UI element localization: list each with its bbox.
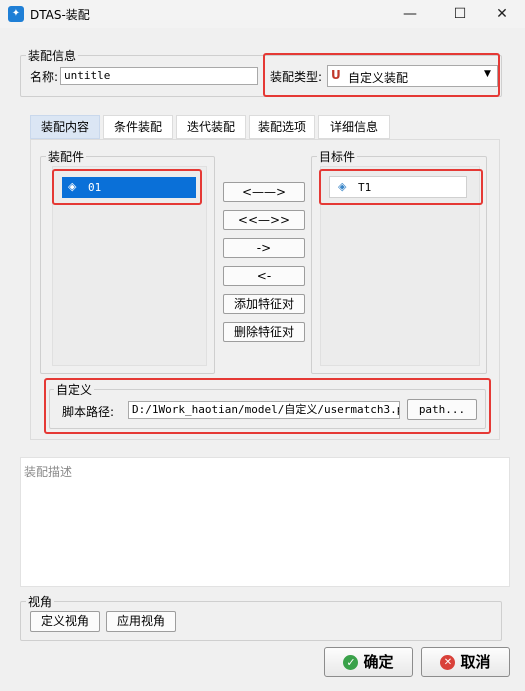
maximize-button[interactable]: ☐ [437, 0, 483, 28]
chevron-down-icon: ▼ [484, 69, 491, 79]
assembly-type-select[interactable]: U 自定义装配 ▼ [327, 65, 498, 87]
description-textarea[interactable]: 装配描述 [20, 457, 510, 587]
move-right-button[interactable]: -> [223, 238, 305, 258]
script-path-label: 脚本路径: [62, 405, 115, 419]
check-icon: ✓ [343, 655, 359, 670]
add-feature-pair-button[interactable]: 添加特征对 [223, 294, 305, 314]
custom-label: 自定义 [54, 381, 95, 398]
target-name: T1 [358, 181, 372, 194]
view-label: 视角 [26, 593, 55, 610]
list-item[interactable]: ◈ T1 [329, 176, 467, 198]
tab-iterative-assembly[interactable]: 迭代装配 [176, 115, 246, 139]
minimize-button[interactable]: — [387, 0, 433, 28]
ok-button[interactable]: ✓ 确定 [324, 647, 413, 677]
cancel-icon: ✕ [440, 655, 456, 670]
type-label: 装配类型: [270, 70, 323, 84]
list-item[interactable]: ◈ 01 [62, 177, 196, 198]
window-title: DTAS-装配 [30, 8, 90, 22]
type-value: 自定义装配 [348, 71, 409, 85]
description-placeholder: 装配描述 [24, 465, 73, 479]
targets-label: 目标件 [317, 148, 358, 165]
ok-label: 确定 [363, 653, 394, 671]
app-icon: ✦ [8, 6, 24, 22]
cancel-label: 取消 [460, 653, 491, 671]
close-button[interactable]: ✕ [479, 0, 525, 28]
path-browse-button[interactable]: path... [407, 399, 477, 420]
tab-assembly-content[interactable]: 装配内容 [30, 115, 100, 139]
name-label: 名称: [30, 70, 59, 84]
swap-button[interactable]: <——> [223, 182, 305, 202]
apply-view-button[interactable]: 应用视角 [106, 611, 176, 632]
name-input[interactable]: untitle [60, 67, 258, 85]
define-view-button[interactable]: 定义视角 [30, 611, 100, 632]
part-icon: ◈ [338, 180, 347, 193]
part-name: 01 [88, 181, 102, 194]
tab-conditional-assembly[interactable]: 条件装配 [103, 115, 173, 139]
cancel-button[interactable]: ✕ 取消 [421, 647, 510, 677]
assembly-info-label: 装配信息 [26, 47, 79, 64]
move-left-button[interactable]: <- [223, 266, 305, 286]
swap-all-button[interactable]: <<—>> [223, 210, 305, 230]
script-path-input[interactable]: D:/1Work_haotian/model/自定义/usermatch3.py [128, 401, 400, 419]
parts-label: 装配件 [46, 148, 87, 165]
delete-feature-pair-button[interactable]: 删除特征对 [223, 322, 305, 342]
tab-details[interactable]: 详细信息 [318, 115, 390, 139]
part-icon: ◈ [68, 180, 77, 193]
title-bar[interactable]: ✦ DTAS-装配 — ☐ ✕ [0, 0, 525, 28]
tab-assembly-options[interactable]: 装配选项 [249, 115, 315, 139]
user-type-icon: U [331, 68, 341, 82]
